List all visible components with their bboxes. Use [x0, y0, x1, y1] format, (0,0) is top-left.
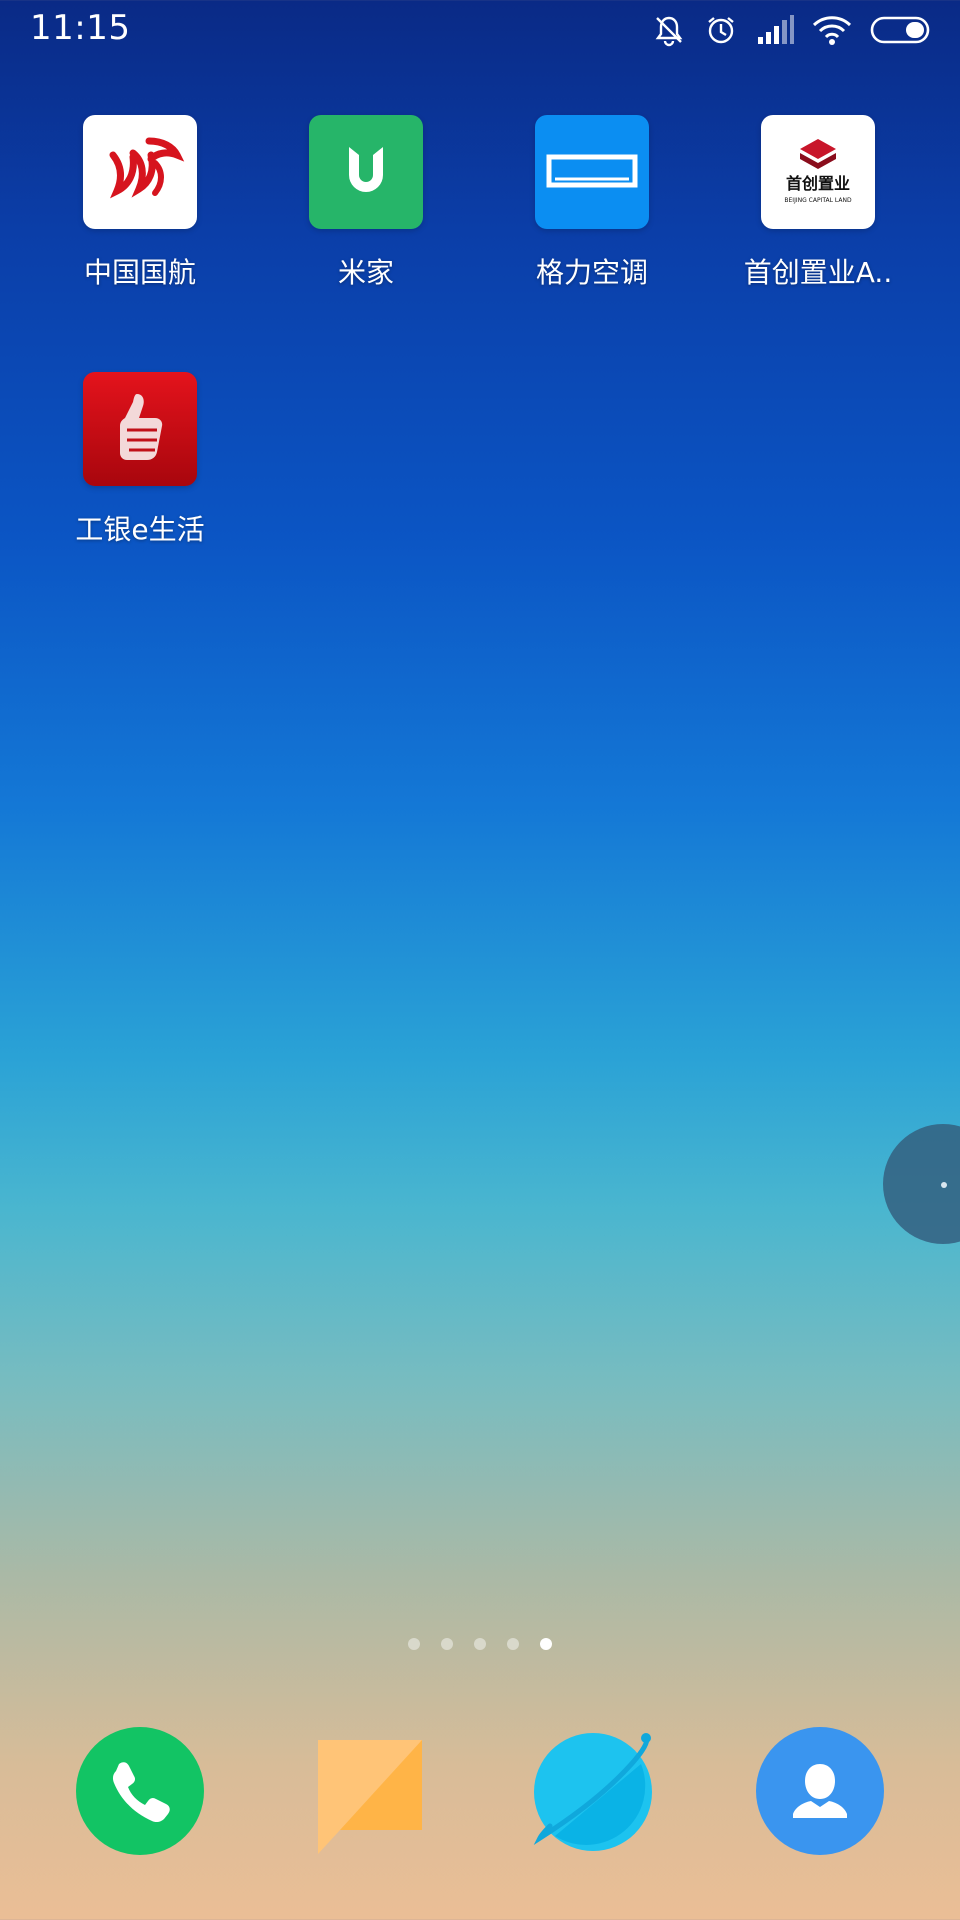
- floating-ball-icon[interactable]: [883, 1124, 960, 1244]
- status-clock: 11:15: [30, 8, 131, 48]
- app-label: 工银e生活: [75, 513, 205, 546]
- dock-phone[interactable]: [75, 1726, 205, 1856]
- battery-icon: [870, 15, 932, 45]
- dock-contacts[interactable]: [755, 1726, 885, 1856]
- page-dot[interactable]: [507, 1638, 519, 1650]
- wifi-icon: [812, 14, 852, 46]
- app-mijia[interactable]: 米家: [266, 115, 466, 291]
- app-gree-ac[interactable]: 格力空调: [492, 115, 692, 291]
- app-capital-land[interactable]: 首创置业 BEIJING CAPITAL LAND 首创置业A..: [718, 115, 918, 291]
- app-air-china[interactable]: 中国国航: [40, 115, 240, 291]
- browser-icon: [533, 1733, 652, 1851]
- app-label: 首创置业A..: [743, 256, 893, 289]
- alarm-icon: [704, 13, 738, 47]
- phone-icon: [76, 1727, 204, 1855]
- status-bar: 11:15: [0, 0, 960, 64]
- capital-land-logo-en: BEIJING CAPITAL LAND: [784, 197, 852, 204]
- status-icons: [652, 12, 932, 48]
- page-indicator[interactable]: [0, 1638, 960, 1650]
- app-label: 米家: [337, 256, 394, 289]
- page-dot[interactable]: [474, 1638, 486, 1650]
- messages-icon: [318, 1740, 422, 1854]
- app-icbc-e-life[interactable]: 工银e生活: [40, 372, 240, 548]
- floating-ball-dot: [941, 1182, 947, 1188]
- page-dot[interactable]: [408, 1638, 420, 1650]
- gree-ac-icon: [535, 115, 649, 229]
- page-dot[interactable]: [441, 1638, 453, 1650]
- dock-browser[interactable]: [528, 1726, 658, 1856]
- mute-icon: [652, 13, 686, 47]
- capital-land-logo-cn: 首创置业: [786, 174, 850, 193]
- signal-icon: [756, 15, 794, 45]
- air-china-icon: [83, 115, 197, 229]
- page-dot-active[interactable]: [540, 1638, 552, 1650]
- capital-land-icon: 首创置业 BEIJING CAPITAL LAND: [761, 115, 875, 229]
- icbc-thumbs-up-icon: [83, 372, 197, 486]
- contacts-icon: [756, 1727, 884, 1855]
- dock-messages[interactable]: [302, 1726, 432, 1856]
- mijia-icon: [309, 115, 423, 229]
- app-label: 格力空调: [535, 256, 648, 289]
- app-label: 中国国航: [83, 256, 196, 289]
